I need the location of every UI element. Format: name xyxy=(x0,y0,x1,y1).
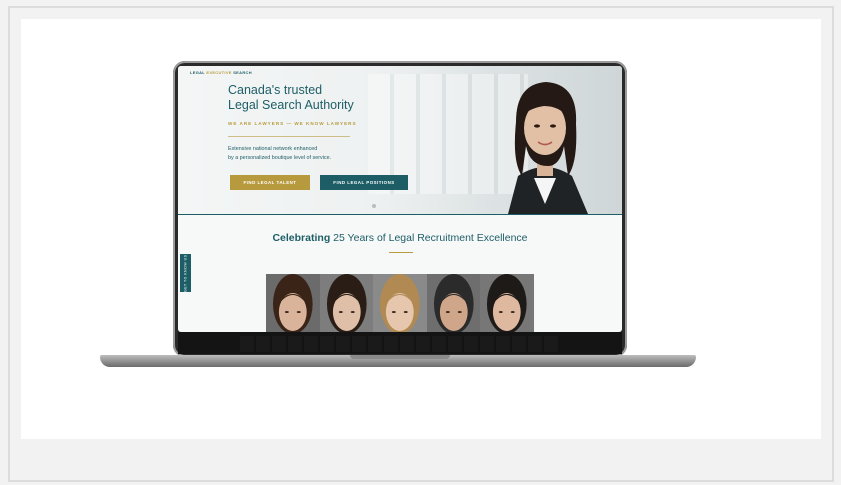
team-photo-4 xyxy=(426,274,481,332)
celebrating-heading: Celebrating 25 Years of Legal Recruitmen… xyxy=(272,232,528,244)
laptop-screen: LEGAL EXECUTIVE SEARCH Canada's trusted … xyxy=(178,66,622,332)
team-photo-5 xyxy=(480,274,534,332)
find-legal-talent-button[interactable]: FIND LEGAL TALENT xyxy=(230,175,310,190)
site-logo[interactable]: LEGAL EXECUTIVE SEARCH xyxy=(190,70,252,75)
team-photo-1 xyxy=(266,274,320,332)
team-photo-3 xyxy=(373,274,427,332)
side-tab-button[interactable]: GET TO KNOW US xyxy=(180,254,191,292)
laptop-notch xyxy=(350,355,450,359)
find-legal-positions-button[interactable]: FIND LEGAL POSITIONS xyxy=(320,175,408,190)
hero-subtitle: Extensive national network enhanced by a… xyxy=(228,146,332,161)
hero-portrait xyxy=(508,82,588,214)
scroll-indicator-icon[interactable] xyxy=(372,204,376,208)
hero-bottom-border xyxy=(178,214,622,215)
team-photo-2 xyxy=(319,274,374,332)
hero-section: LEGAL EXECUTIVE SEARCH Canada's trusted … xyxy=(178,66,622,214)
hero-divider xyxy=(228,136,350,137)
team-photo-strip xyxy=(266,274,534,332)
celebrating-divider xyxy=(389,252,413,253)
hero-title: Canada's trusted Legal Search Authority xyxy=(228,83,354,112)
hero-tagline: WE ARE LAWYERS — WE KNOW LAWYERS xyxy=(228,121,357,126)
keyboard-reflection xyxy=(240,336,560,352)
